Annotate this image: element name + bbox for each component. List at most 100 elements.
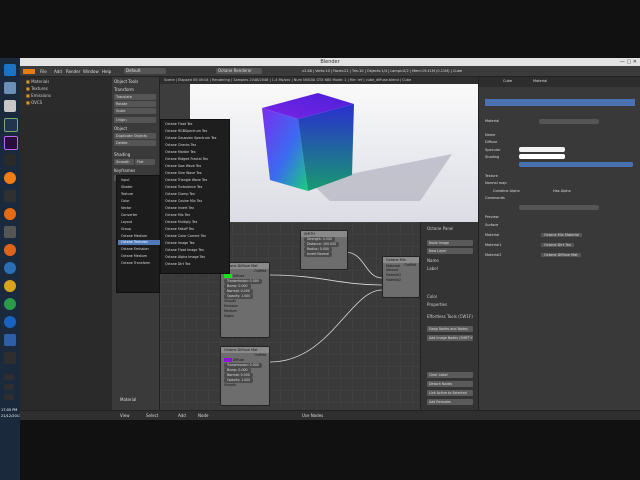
- volume-icon[interactable]: [4, 394, 14, 400]
- has-alpha-checkbox[interactable]: Has Alpha: [553, 189, 571, 193]
- menu-item-highlighted[interactable]: Octane Textures: [118, 240, 161, 245]
- window-controls-icon[interactable]: — ▢ ✕: [620, 58, 637, 66]
- diffuse-color-field[interactable]: [519, 147, 565, 152]
- slot-value-0[interactable]: Octane Mix Material: [541, 233, 583, 237]
- outliner-item[interactable]: ■ Textures: [26, 86, 48, 92]
- efficiency-tools-section[interactable]: Effortless Tools (CW1F): [427, 314, 473, 320]
- adobe-after-effects-icon[interactable]: [4, 118, 18, 132]
- link-active-button[interactable]: Link Active to Selected: [427, 390, 473, 396]
- menu-item[interactable]: Octane Gaussian Spectrum Tex: [165, 136, 216, 141]
- new-layer-button[interactable]: New Layer: [427, 248, 473, 254]
- menu-item[interactable]: Octane Dirt Tex: [165, 262, 190, 267]
- menu-item[interactable]: Shader: [121, 185, 133, 190]
- menu-item[interactable]: Layout: [121, 220, 132, 225]
- clear-label-button[interactable]: Clear Label: [427, 372, 473, 378]
- chrome-icon[interactable]: [4, 298, 16, 310]
- app-icon-5[interactable]: [4, 262, 16, 274]
- menu-item[interactable]: Octane Cosine Mix Tex: [165, 199, 202, 204]
- add-image-nodes-button[interactable]: Add Image Nodes (SHIFT+T): [427, 335, 473, 341]
- menu-item[interactable]: Vector: [121, 206, 132, 211]
- menu-item[interactable]: Octane Clamp Tex: [165, 192, 195, 197]
- edges-socket[interactable]: Edges: [221, 314, 269, 319]
- mix-material-node[interactable]: Octane Mix Material OutMat Amount Materi…: [382, 256, 420, 298]
- scene-select[interactable]: Octane Renderer: [216, 68, 262, 74]
- preview-section[interactable]: Preview: [485, 215, 499, 219]
- blender-logo-icon[interactable]: [23, 69, 35, 74]
- detach-nodes-button[interactable]: Detach Nodes: [427, 381, 473, 387]
- duplicate-button[interactable]: Duplicate Objects: [114, 133, 156, 139]
- app-icon-6[interactable]: [4, 280, 16, 292]
- surface-section[interactable]: Surface: [485, 223, 498, 227]
- flat-button[interactable]: Flat: [135, 159, 155, 165]
- slot-value-2[interactable]: Octane Diffuse Mat: [541, 253, 581, 257]
- tray-icon[interactable]: [4, 374, 14, 380]
- smooth-socket[interactable]: Smooth: [221, 383, 269, 388]
- adobe-premiere-icon[interactable]: [4, 136, 18, 150]
- properties-section[interactable]: Properties: [427, 302, 447, 308]
- windows-start-icon[interactable]: [4, 64, 16, 76]
- menu-add[interactable]: Add: [54, 69, 62, 74]
- outliner-item[interactable]: ■ OVCS: [26, 100, 42, 106]
- menu-item[interactable]: Octane Image Tex: [165, 241, 195, 246]
- material-name-field[interactable]: [539, 119, 599, 124]
- rotate-button[interactable]: Rotate: [114, 101, 156, 107]
- node-image-button[interactable]: Node Image: [427, 240, 473, 246]
- outliner-item[interactable]: ■ Materials: [26, 79, 49, 85]
- menu-item[interactable]: Octane Alpha Image Tex: [165, 255, 205, 260]
- menu-item[interactable]: Octane Invert Tex: [165, 206, 194, 211]
- menu-item[interactable]: Octane Float Image Tex: [165, 248, 204, 253]
- command-field[interactable]: [519, 205, 599, 210]
- view-menu[interactable]: View: [120, 413, 130, 418]
- menu-item[interactable]: Group: [121, 227, 131, 232]
- word-icon[interactable]: [4, 334, 16, 346]
- node-menu[interactable]: Node: [198, 413, 208, 418]
- app-icon-4[interactable]: [4, 226, 16, 238]
- menu-window[interactable]: Window: [83, 69, 99, 74]
- diffuse-color-swatch[interactable]: [224, 274, 232, 278]
- translate-button[interactable]: Translate: [114, 94, 156, 100]
- specular-color-field[interactable]: [519, 154, 565, 159]
- material-slot-selected[interactable]: [485, 99, 635, 106]
- menu-item[interactable]: Octane Medium: [121, 234, 147, 239]
- menu-item[interactable]: Octane Transform: [121, 261, 150, 266]
- shading-slider[interactable]: [519, 162, 633, 167]
- smith-node[interactable]: SMITH Strength: 0.500 Distance: 100.000 …: [300, 230, 348, 270]
- menu-item[interactable]: Octane Color Correct Tex: [165, 234, 206, 239]
- select-menu[interactable]: Select: [146, 413, 158, 418]
- cube-breadcrumb[interactable]: Cube: [503, 79, 512, 83]
- menu-render[interactable]: Render: [66, 69, 80, 74]
- material-slot-0[interactable]: Material: [485, 233, 499, 237]
- menu-item[interactable]: Octane Ridged Fractal Tex: [165, 157, 208, 162]
- color-section[interactable]: Color: [427, 294, 437, 300]
- menu-item[interactable]: Octane Emission: [121, 247, 149, 252]
- swap-nodes-button[interactable]: Swap Nodes and Nodes: [427, 326, 473, 332]
- scale-button[interactable]: Scale: [114, 108, 156, 114]
- menu-item[interactable]: Octane Mix Tex: [165, 213, 190, 218]
- material-slot-2[interactable]: Material2: [485, 253, 501, 257]
- menu-item[interactable]: Input: [121, 178, 130, 183]
- menu-item[interactable]: Octane Multiply Tex: [165, 220, 197, 225]
- add-menu[interactable]: Add: [178, 413, 186, 418]
- menu-item[interactable]: Octane Falloff Tex: [165, 227, 194, 232]
- editor-layout-select[interactable]: Default: [124, 68, 166, 74]
- menu-item[interactable]: Converter: [121, 213, 137, 218]
- menu-item[interactable]: Texture: [121, 192, 133, 197]
- menu-item[interactable]: Octane Medium: [121, 254, 147, 259]
- menu-file[interactable]: File: [40, 69, 47, 74]
- origin-button[interactable]: Origin: [114, 117, 156, 123]
- blender-icon-2[interactable]: [4, 208, 16, 220]
- app-icon-7[interactable]: [4, 352, 16, 364]
- slot-value-1[interactable]: Octane Dirt Tex: [541, 243, 574, 247]
- menu-item[interactable]: Octane RGBSpectrum Tex: [165, 129, 207, 134]
- material2-socket[interactable]: Material2: [383, 278, 419, 283]
- menu-item[interactable]: Octane Triangle Wave Tex: [165, 178, 207, 183]
- menu-item[interactable]: Octane Marble Tex: [165, 150, 196, 155]
- menu-item[interactable]: Octane Checks Tex: [165, 143, 196, 148]
- diffuse-color-swatch[interactable]: [224, 358, 232, 362]
- skype-icon[interactable]: [4, 316, 16, 328]
- outliner-item[interactable]: ■ Emissions: [26, 93, 51, 99]
- material-breadcrumb[interactable]: Material: [533, 79, 547, 83]
- tray-icon-2[interactable]: [4, 384, 14, 390]
- smooth-button[interactable]: Smooth: [114, 159, 134, 165]
- delete-button[interactable]: Delete: [114, 140, 156, 146]
